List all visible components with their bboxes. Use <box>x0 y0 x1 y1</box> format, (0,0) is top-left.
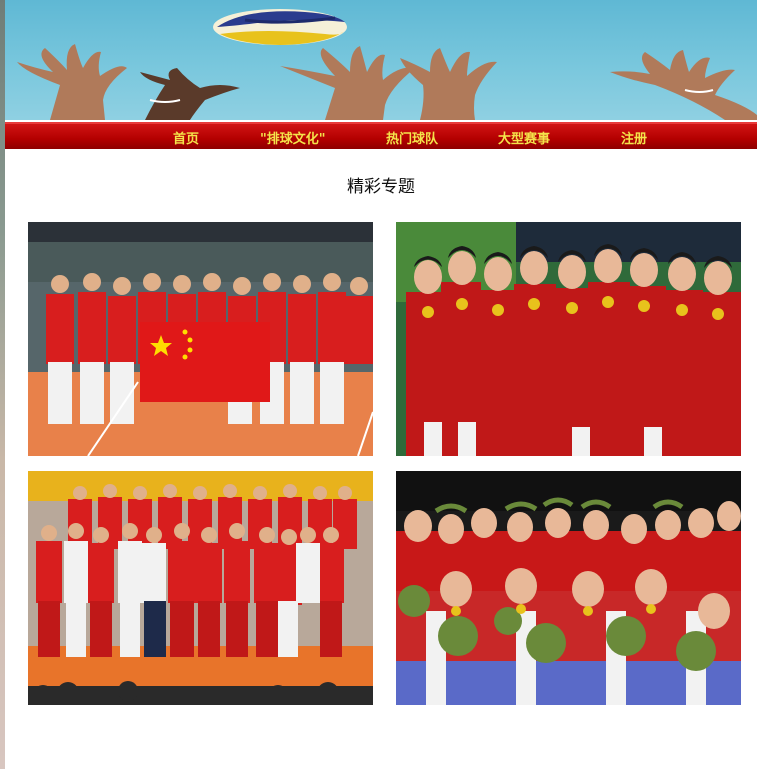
page: 首页 "排球文化" 热门球队 大型赛事 注册 精彩专题 <box>5 0 757 769</box>
nav-item-volleyball-culture[interactable]: "排球文化" <box>260 128 326 147</box>
photo-team-with-flag[interactable] <box>28 222 373 456</box>
banner-image <box>5 0 757 120</box>
nav-item-register[interactable]: 注册 <box>621 128 647 147</box>
nav-bar: 首页 "排球文化" 热门球队 大型赛事 注册 <box>5 122 757 149</box>
photo-team-group[interactable] <box>28 471 373 705</box>
photo-players-with-medals[interactable] <box>396 222 741 456</box>
nav-item-major-events[interactable]: 大型赛事 <box>498 128 550 147</box>
volleyball-icon <box>213 9 347 45</box>
nav-item-home[interactable]: 首页 <box>173 128 199 147</box>
section-title: 精彩专题 <box>347 177 415 197</box>
nav-item-popular-teams[interactable]: 热门球队 <box>386 128 438 147</box>
photo-medal-ceremony[interactable] <box>396 471 741 705</box>
